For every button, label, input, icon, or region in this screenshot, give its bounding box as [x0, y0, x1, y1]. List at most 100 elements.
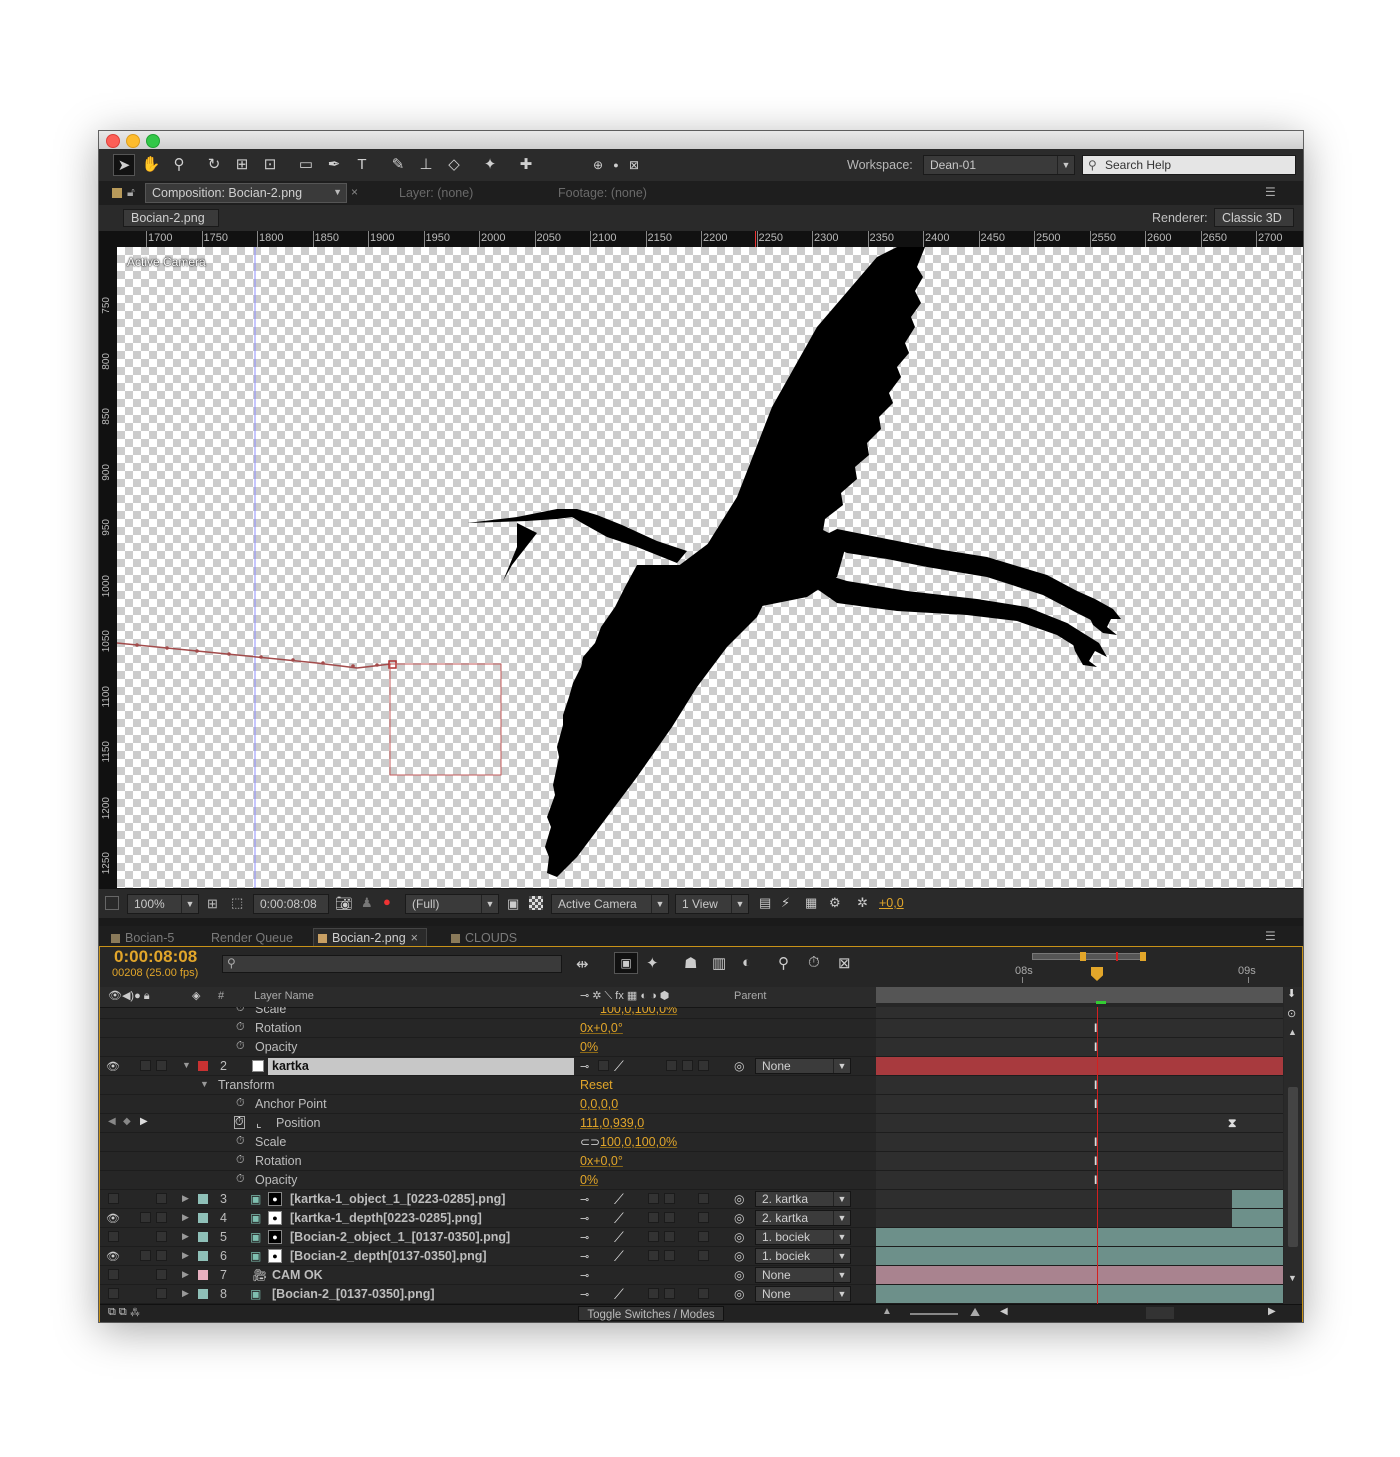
video-switch[interactable] — [108, 1231, 119, 1242]
motion-blur-switch[interactable] — [664, 1193, 675, 1204]
zoom-slider[interactable] — [910, 1313, 958, 1315]
rectangle-tool-icon[interactable]: ▭ — [295, 154, 317, 176]
layer-row[interactable]: ▶ 8 ▣ [Bocian-2_[0137-0350].png] ⊸ ⟋ ◎ N… — [100, 1285, 876, 1304]
motion-blur-switch[interactable] — [666, 1060, 677, 1071]
previous-keyframe-icon[interactable]: ◀ — [108, 1116, 116, 1127]
hide-shy-layers-icon[interactable]: ☗ — [684, 954, 697, 972]
flowchart-icon[interactable]: ⚙ — [829, 895, 841, 911]
scroll-thumb[interactable] — [1288, 1087, 1298, 1247]
layer-bar-kartka[interactable] — [876, 1057, 1283, 1076]
quality-switch-icon[interactable]: ⟋ — [614, 1229, 624, 1246]
property-row-opacity[interactable]: ⏱︎ Opacity 0% — [100, 1038, 876, 1057]
kartka-layer-bounds[interactable] — [389, 663, 502, 776]
layer-row[interactable]: ▶ 3 ▣ ● [kartka-1_object_1_[0223-0285].p… — [100, 1190, 876, 1209]
eye-icon[interactable]: 👁︎ — [106, 1212, 120, 1225]
layer-name[interactable]: [kartka-1_depth[0223-0285].png] — [290, 1211, 482, 1225]
property-row-anchor-point[interactable]: ⏱︎ Anchor Point 0,0,0,0 — [100, 1095, 876, 1114]
brainstorm-icon[interactable]: ⚲ — [778, 954, 789, 972]
layer-name[interactable]: CAM OK — [272, 1268, 323, 1282]
motion-path[interactable] — [117, 642, 392, 669]
scroll-left-icon[interactable]: ◀ — [1000, 1306, 1008, 1317]
fx-switch[interactable] — [648, 1212, 659, 1223]
collapse-switch[interactable] — [598, 1060, 609, 1071]
fast-previews-icon[interactable]: ⚡︎ — [781, 895, 790, 911]
selection-tool-icon[interactable]: ➤ — [113, 154, 135, 176]
track-row[interactable]: I — [876, 1076, 1283, 1095]
property-row-opacity[interactable]: ⏱︎ Opacity 0% — [100, 1171, 876, 1190]
playhead-handle[interactable] — [1091, 967, 1103, 981]
workspace-select[interactable]: Dean-01 ▼ — [923, 155, 1075, 175]
layer-bar[interactable] — [876, 1285, 1283, 1304]
track-row[interactable] — [876, 1190, 1283, 1209]
lock-switch[interactable] — [156, 1060, 167, 1071]
timeline-timecode[interactable]: 0:00:08:08 — [114, 947, 197, 967]
stopwatch-icon[interactable]: ⏱︎ — [236, 1007, 245, 1015]
parent-select[interactable]: None ▼ — [755, 1267, 851, 1283]
layer-bar[interactable] — [876, 1228, 1283, 1247]
timeline-vertical-scrollbar[interactable]: ⬇ ⊙ ▲ ▼ — [1284, 987, 1302, 1305]
scroll-up-icon[interactable]: ▲ — [1288, 1027, 1297, 1037]
region-of-interest-icon[interactable]: ▣ — [507, 896, 519, 912]
motion-blur-icon[interactable]: ◐ — [742, 954, 751, 971]
toggle-switches-modes-button[interactable]: Toggle Switches / Modes — [578, 1306, 724, 1321]
layer-row[interactable]: 👁︎ ▶ 6 ▣ ● [Bocian-2_depth[0137-0350].pn… — [100, 1247, 876, 1266]
show-snapshot-icon[interactable]: ♟ — [361, 895, 373, 911]
parent-select[interactable]: None ▼ — [755, 1286, 851, 1302]
layer-row-kartka[interactable]: 👁︎ ▼ 2 kartka ⊸ ⟋ ◎ None ▼ — [100, 1057, 876, 1076]
exposure-value[interactable]: +0,0 — [879, 896, 904, 910]
frame-blending-icon[interactable]: ▥ — [712, 954, 726, 972]
search-help-input[interactable]: ⚲ Search Help — [1082, 155, 1296, 175]
shy-switch-icon[interactable]: ⊸ — [580, 1060, 589, 1073]
quality-switch-icon[interactable]: ⟋ — [614, 1210, 624, 1227]
label-color-chip[interactable] — [198, 1289, 208, 1299]
comp-breadcrumb[interactable]: Bocian-2.png — [123, 209, 219, 227]
renderer-select[interactable]: Classic 3D — [1214, 208, 1294, 227]
zoom-out-icon[interactable]: ▲ — [882, 1306, 892, 1317]
stork-silhouette[interactable] — [467, 247, 1121, 877]
pick-whip-icon[interactable]: ◎ — [734, 1249, 744, 1263]
track-row[interactable]: I — [876, 1038, 1283, 1057]
layer-name[interactable]: [kartka-1_object_1_[0223-0285].png] — [290, 1192, 505, 1206]
shy-switch-icon[interactable]: ⊸ — [580, 1212, 589, 1225]
label-color-chip[interactable] — [198, 1232, 208, 1242]
pick-whip-icon[interactable]: ◎ — [734, 1268, 744, 1282]
stopwatch-icon[interactable]: ⏱︎ — [236, 1097, 245, 1110]
3d-layer-switch[interactable] — [698, 1231, 709, 1242]
track-row[interactable]: ⧗ — [876, 1114, 1283, 1133]
exposure-icon[interactable]: ✲ — [857, 895, 868, 911]
tab-composition[interactable]: Composition: Bocian-2.png ▼ — [145, 183, 347, 203]
3d-layer-switch[interactable] — [698, 1060, 709, 1071]
layer-name[interactable]: [Bocian-2_depth[0137-0350].png] — [290, 1249, 487, 1263]
motion-blur-switch[interactable] — [664, 1288, 675, 1299]
axis-mode-view-icon[interactable]: ⊠ — [623, 154, 645, 176]
expand-triangle-icon[interactable]: ▶ — [182, 1193, 189, 1204]
go-to-comp-icon[interactable]: ⊙ — [1287, 1007, 1296, 1020]
property-value[interactable]: 0,0,0,0 — [580, 1097, 618, 1111]
video-switch[interactable] — [108, 1288, 119, 1299]
stopwatch-icon[interactable]: ⏱︎ — [236, 1154, 245, 1167]
expand-triangle-icon[interactable]: ▼ — [200, 1079, 209, 1089]
zoom-in-icon[interactable]: ⛰ — [970, 1305, 980, 1320]
property-value[interactable]: 100,0,100,0% — [600, 1135, 677, 1149]
work-area-start-handle[interactable] — [1080, 952, 1086, 961]
work-area-end-handle[interactable] — [1140, 952, 1146, 961]
snapshot-camera-icon[interactable]: 📷︎ — [335, 895, 353, 912]
view-layout-select[interactable]: 1 View ▼ — [675, 894, 749, 914]
expand-triangle-icon[interactable]: ▶ — [182, 1231, 189, 1242]
time-ruler[interactable]: 08s 09s — [876, 947, 1283, 987]
work-area-bar[interactable] — [1032, 953, 1146, 960]
pan-behind-tool-icon[interactable]: ⊡ — [259, 154, 281, 176]
pick-whip-icon[interactable]: ◎ — [734, 1230, 744, 1244]
hand-tool-icon[interactable]: ✋ — [140, 154, 162, 176]
auto-keyframe-icon[interactable]: ⏱︎ — [808, 954, 820, 971]
expand-triangle-icon[interactable]: ▶ — [182, 1269, 189, 1280]
layer-name-field-selected[interactable]: kartka — [268, 1058, 574, 1075]
layer-bar[interactable] — [876, 1247, 1283, 1266]
live-update-icon[interactable]: ▣ — [614, 952, 638, 974]
rotate-tool-icon[interactable]: ↻ — [203, 154, 225, 176]
layer-name-column-header[interactable]: Layer Name — [254, 990, 314, 1002]
expand-triangle-icon[interactable]: ▶ — [182, 1250, 189, 1261]
property-row-scale[interactable]: ⏱︎ Scale 100,0,100,0% — [100, 1007, 876, 1019]
label-color-chip[interactable] — [198, 1213, 208, 1223]
layer-row[interactable]: 👁︎ ▶ 4 ▣ ● [kartka-1_depth[0223-0285].pn… — [100, 1209, 876, 1228]
